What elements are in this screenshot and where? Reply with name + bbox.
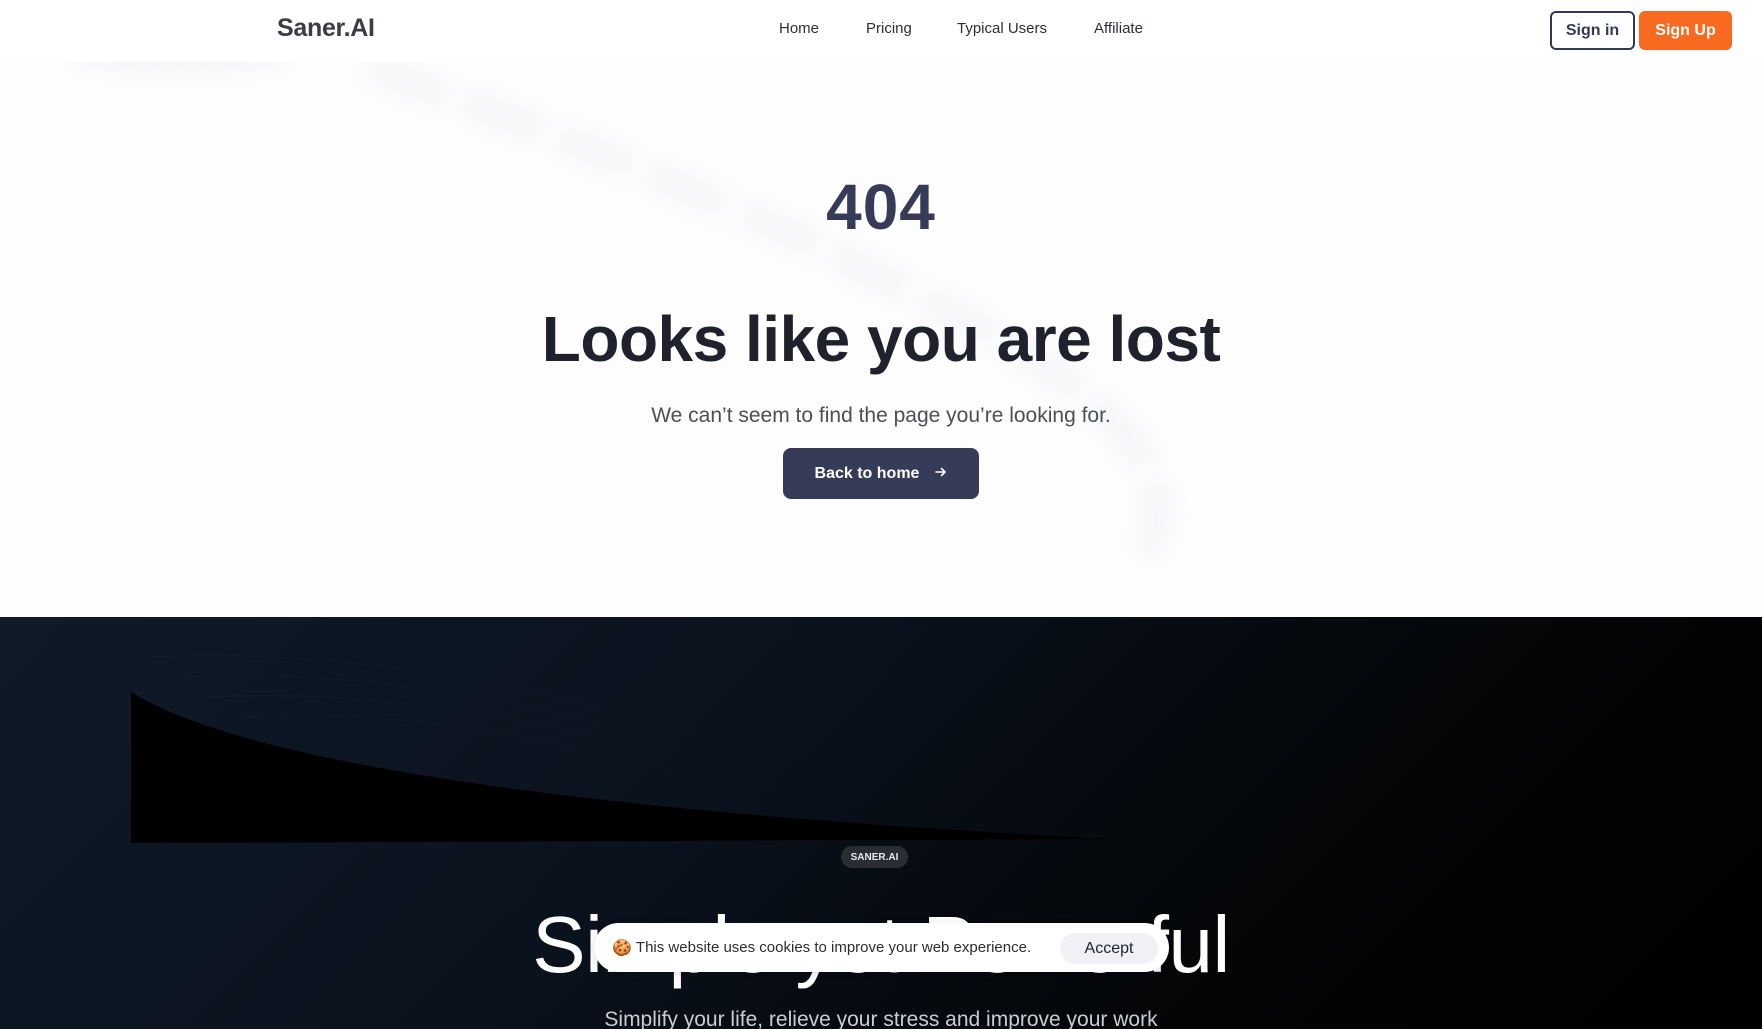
error-section: 404 Looks like you are lost We can’t see… <box>0 62 1762 617</box>
arrow-right-icon <box>935 465 947 483</box>
logo[interactable]: Saner.AI <box>277 14 375 43</box>
sign-up-button[interactable]: Sign Up <box>1639 11 1732 50</box>
error-subtitle: We can’t seem to find the page you’re lo… <box>651 404 1111 427</box>
cookie-message: This website uses cookies to improve you… <box>635 939 1032 956</box>
nav-home[interactable]: Home <box>779 20 819 37</box>
back-to-home-label: Back to home <box>814 464 920 482</box>
cookie-banner: 🍪 This website uses cookies to improve y… <box>594 923 1169 972</box>
back-to-home-button[interactable]: Back to home <box>783 448 979 499</box>
accept-cookies-button[interactable]: Accept <box>1060 933 1158 964</box>
page-title: Looks like you are lost <box>541 303 1221 375</box>
nav-affiliate[interactable]: Affiliate <box>1094 20 1143 37</box>
sign-in-button[interactable]: Sign in <box>1550 11 1635 50</box>
brand-badge: SANER.AI <box>841 846 908 868</box>
nav-pricing[interactable]: Pricing <box>866 20 912 37</box>
error-code: 404 <box>826 171 936 243</box>
nav-typical-users[interactable]: Typical Users <box>957 20 1047 37</box>
cookie-icon: 🍪 <box>612 939 632 957</box>
top-navbar: Saner.AI Home Pricing Typical Users Affi… <box>0 0 1762 62</box>
promo-subtitle: Simplify your life, relieve your stress … <box>604 1008 1158 1029</box>
